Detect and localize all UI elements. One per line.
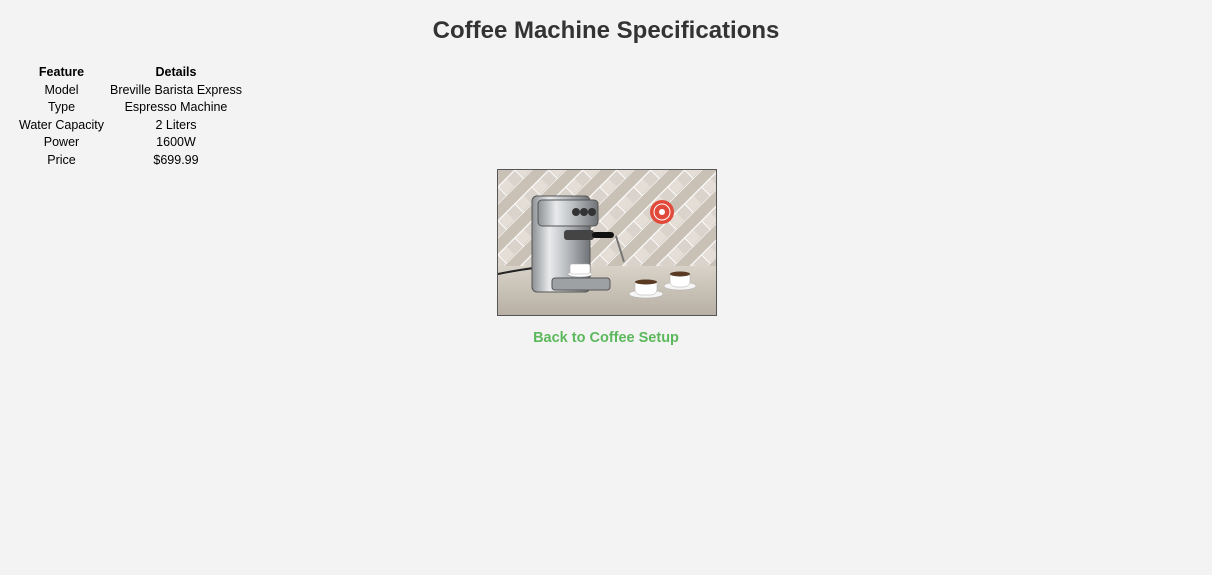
product-image	[497, 169, 717, 316]
table-row: Water Capacity 2 Liters	[16, 117, 245, 135]
page-title: Coffee Machine Specifications	[432, 17, 780, 44]
feature-cell: Price	[47, 152, 76, 167]
table-row: Type Espresso Machine	[16, 99, 245, 117]
table-header-row: Feature Details	[16, 64, 245, 82]
specs-table: Feature Details Model Breville Barista E…	[16, 64, 245, 169]
feature-cell: Model	[44, 82, 79, 97]
tiled-wall	[498, 170, 716, 270]
column-header-details: Details	[155, 65, 197, 79]
table-row: Price $699.99	[16, 152, 245, 170]
column-header-feature: Feature	[38, 65, 85, 79]
table-row: Model Breville Barista Express	[16, 82, 245, 100]
details-cell: Breville Barista Express	[109, 82, 242, 97]
espresso-machine-illustration	[498, 170, 716, 315]
feature-cell: Type	[47, 100, 76, 114]
details-cell: 1600W	[156, 135, 196, 149]
back-link-container: Back to Coffee Setup	[0, 330, 1212, 346]
details-cell: $699.99	[153, 152, 199, 167]
feature-cell: Water Capacity	[19, 117, 104, 132]
table-row: Power 1600W	[16, 134, 245, 152]
back-to-coffee-setup-link[interactable]: Back to Coffee Setup	[533, 330, 679, 346]
feature-cell: Power	[43, 135, 80, 149]
details-cell: Espresso Machine	[124, 100, 228, 114]
details-cell: 2 Liters	[155, 117, 197, 132]
